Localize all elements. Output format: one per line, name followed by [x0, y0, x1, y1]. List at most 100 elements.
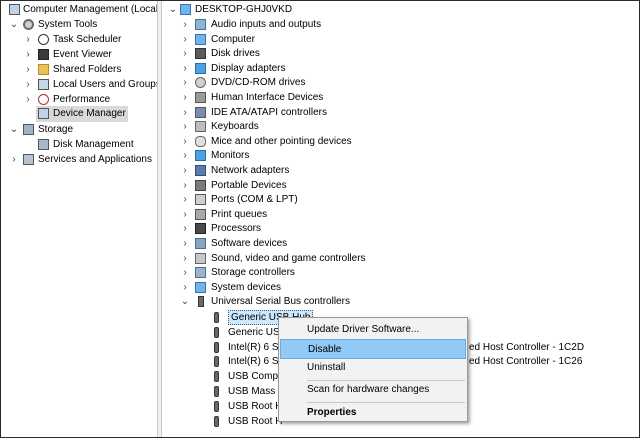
- menu-item-scan-hardware[interactable]: Scan for hardware changes: [280, 380, 466, 400]
- chevron-right-icon[interactable]: ›: [180, 236, 190, 251]
- chevron-right-icon[interactable]: ›: [180, 148, 190, 163]
- usb-device-icon: [214, 400, 219, 412]
- tree-item-computer-management[interactable]: Computer Management (Local: [1, 2, 158, 17]
- tree-item-event-viewer[interactable]: › Event Viewer: [1, 47, 157, 62]
- sound-icon: [195, 252, 206, 264]
- performance-icon: [38, 94, 49, 105]
- tree-item-label: Task Scheduler: [53, 34, 122, 45]
- chevron-right-icon[interactable]: ›: [180, 265, 190, 280]
- device-category-software-devices[interactable]: › Software devices: [162, 236, 462, 251]
- chevron-right-icon[interactable]: ›: [180, 163, 190, 178]
- device-category-label: Print queues: [211, 208, 268, 220]
- device-category-processors[interactable]: › Processors: [162, 221, 462, 236]
- menu-item-properties[interactable]: Properties: [280, 403, 466, 423]
- device-category-universal-serial-bus-controllers[interactable]: ⌄ Universal Serial Bus controllers: [162, 294, 462, 309]
- device-category-mice-and-other-pointing-devices[interactable]: › Mice and other pointing devices: [162, 134, 462, 149]
- tree-item-device-manager[interactable]: Device Manager: [36, 106, 128, 122]
- usb-icon: [198, 296, 204, 308]
- tree-item-task-scheduler[interactable]: › Task Scheduler: [1, 32, 157, 47]
- chevron-right-icon[interactable]: ›: [23, 32, 33, 47]
- usb-device-icon: [214, 371, 219, 383]
- device-category-print-queues[interactable]: › Print queues: [162, 207, 462, 222]
- usb-device-label: Intel(R) 6 Se: [228, 341, 285, 353]
- port-icon: [195, 194, 206, 206]
- chevron-right-icon[interactable]: ›: [180, 134, 190, 149]
- computer-management-icon: [9, 4, 20, 15]
- chevron-right-icon[interactable]: ›: [180, 61, 190, 76]
- computer-icon: [180, 4, 191, 15]
- device-category-label: Mice and other pointing devices: [211, 135, 352, 147]
- chevron-down-icon[interactable]: ⌄: [180, 294, 190, 309]
- device-category-portable-devices[interactable]: › Portable Devices: [162, 178, 462, 193]
- chevron-right-icon[interactable]: ›: [180, 192, 190, 207]
- chevron-right-icon[interactable]: ›: [180, 17, 190, 32]
- usb-device-icon: [214, 386, 219, 397]
- menu-item-uninstall[interactable]: Uninstall: [280, 358, 466, 378]
- chevron-right-icon[interactable]: ›: [180, 221, 190, 236]
- clock-icon: [38, 34, 49, 45]
- network-adapter-icon: [195, 165, 206, 176]
- chevron-down-icon[interactable]: ⌄: [9, 17, 19, 32]
- device-category-disk-drives[interactable]: › Disk drives: [162, 46, 462, 61]
- shared-folder-icon: [38, 64, 49, 75]
- usb-device-label-suffix: ed Host Controller - 1C2D: [469, 341, 585, 353]
- device-category-label: Software devices: [211, 238, 288, 249]
- tree-item-system-tools[interactable]: ⌄ System Tools: [1, 17, 157, 32]
- device-category-monitors[interactable]: › Monitors: [162, 148, 462, 163]
- chevron-right-icon[interactable]: ›: [180, 251, 190, 266]
- chevron-right-icon[interactable]: ›: [23, 47, 33, 62]
- device-category-network-adapters[interactable]: › Network adapters: [162, 163, 462, 178]
- menu-item-disable[interactable]: Disable: [280, 339, 466, 359]
- device-category-display-adapters[interactable]: › Display adapters: [162, 61, 462, 76]
- device-tree-root[interactable]: ⌄ DESKTOP-GHJ0VKD: [162, 2, 462, 17]
- device-category-keyboards[interactable]: › Keyboards: [162, 119, 462, 134]
- device-category-dvd-cd-rom-drives[interactable]: › DVD/CD-ROM drives: [162, 75, 462, 90]
- chevron-right-icon[interactable]: ›: [180, 280, 190, 295]
- audio-icon: [195, 19, 206, 30]
- chevron-down-icon[interactable]: ⌄: [9, 122, 19, 137]
- left-navigation-tree[interactable]: Computer Management (Local ⌄ System Tool…: [1, 1, 161, 437]
- chevron-right-icon[interactable]: ›: [180, 178, 190, 193]
- device-category-storage-controllers[interactable]: › Storage controllers: [162, 265, 462, 280]
- chevron-right-icon[interactable]: ›: [180, 90, 190, 105]
- printer-icon: [195, 208, 206, 220]
- tree-item-performance[interactable]: › Performance: [1, 92, 157, 107]
- device-category-ide-ata-atapi-controllers[interactable]: › IDE ATA/ATAPI controllers: [162, 105, 462, 120]
- device-category-label: DVD/CD-ROM drives: [211, 77, 306, 89]
- chevron-right-icon[interactable]: ›: [180, 119, 190, 134]
- device-category-computer[interactable]: › Computer: [162, 32, 462, 47]
- chevron-right-icon[interactable]: ›: [180, 207, 190, 222]
- tree-item-storage[interactable]: ⌄ Storage: [1, 122, 157, 137]
- software-device-icon: [195, 238, 206, 249]
- tree-item-services-applications[interactable]: › Services and Applications: [1, 152, 157, 167]
- chevron-right-icon[interactable]: ›: [180, 32, 190, 47]
- keyboard-icon: [195, 121, 206, 133]
- device-category-label: Monitors: [211, 150, 250, 162]
- system-device-icon: [195, 281, 206, 293]
- chevron-right-icon[interactable]: ›: [180, 75, 190, 90]
- chevron-right-icon[interactable]: ›: [9, 152, 19, 167]
- device-category-human-interface-devices[interactable]: › Human Interface Devices: [162, 90, 462, 105]
- device-category-audio-inputs-and-outputs[interactable]: › Audio inputs and outputs: [162, 17, 462, 32]
- device-category-system-devices[interactable]: › System devices: [162, 280, 462, 295]
- chevron-right-icon[interactable]: ›: [180, 46, 190, 61]
- tree-item-shared-folders[interactable]: › Shared Folders: [1, 62, 157, 77]
- usb-device-icon: [214, 415, 219, 427]
- monitor-icon: [195, 150, 206, 162]
- tree-item-label: Event Viewer: [53, 49, 112, 60]
- device-category-label: Portable Devices: [211, 179, 287, 191]
- chevron-right-icon[interactable]: ›: [23, 62, 33, 77]
- menu-item-update-driver[interactable]: Update Driver Software...: [280, 320, 466, 340]
- chevron-right-icon[interactable]: ›: [23, 77, 33, 92]
- chevron-right-icon[interactable]: ›: [180, 105, 190, 120]
- device-category-ports-com-lpt[interactable]: › Ports (COM & LPT): [162, 192, 462, 207]
- device-category-sound-video-and-game-controllers[interactable]: › Sound, video and game controllers: [162, 251, 462, 266]
- usb-device-icon: [214, 312, 219, 323]
- device-category-label: Display adapters: [211, 62, 286, 74]
- tree-item-local-users[interactable]: › Local Users and Groups: [1, 77, 161, 92]
- chevron-right-icon[interactable]: ›: [23, 92, 33, 107]
- tree-item-label: Shared Folders: [53, 64, 122, 75]
- mouse-icon: [195, 135, 206, 147]
- tree-item-disk-management[interactable]: Disk Management: [1, 137, 157, 152]
- chevron-down-icon[interactable]: ⌄: [168, 2, 178, 17]
